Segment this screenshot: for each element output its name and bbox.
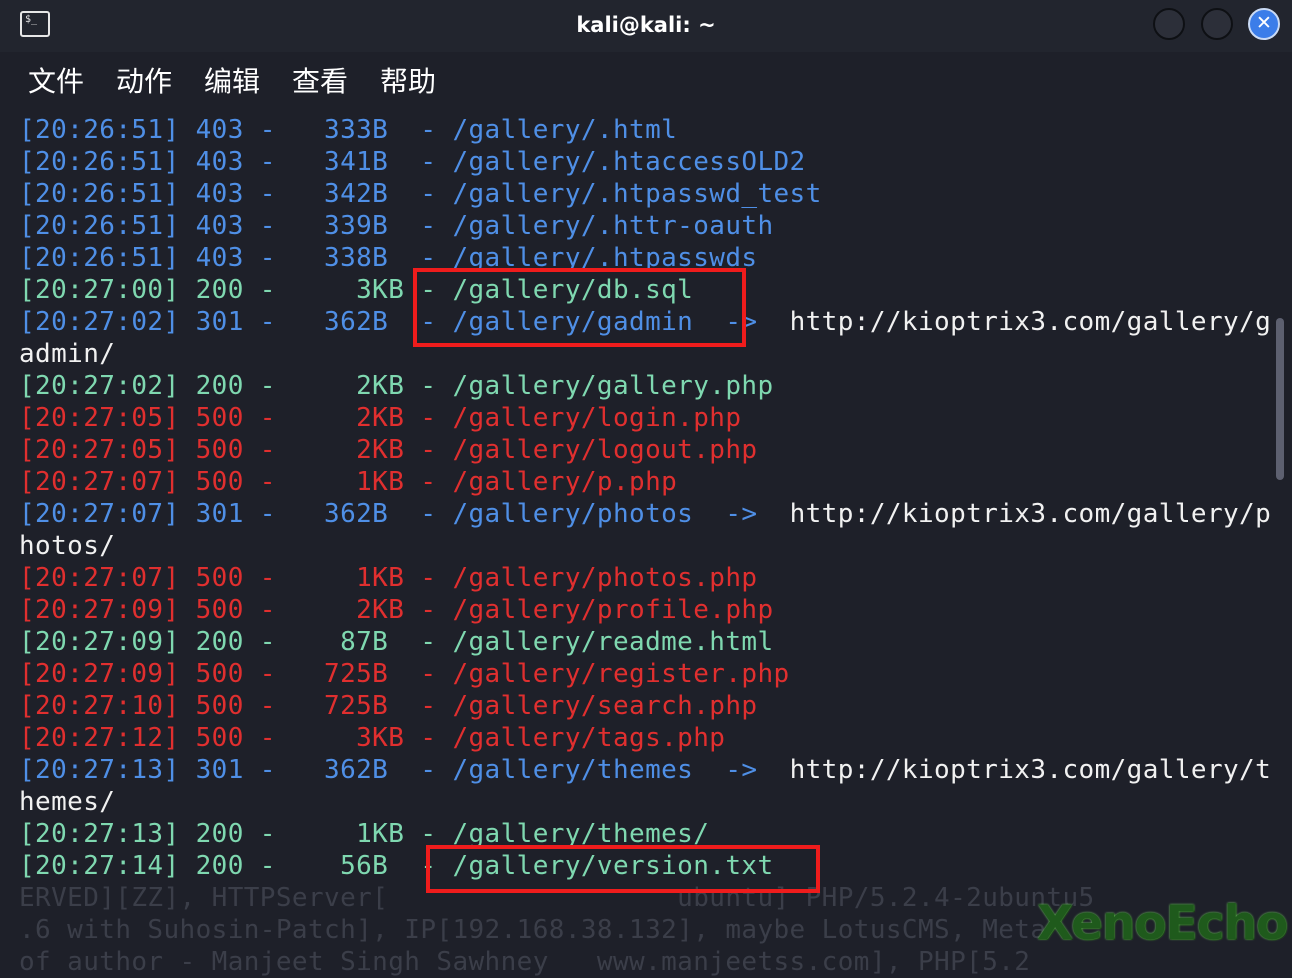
- terminal-line: [20:26:51] 403 - 339B - /gallery/.httr-o…: [19, 210, 774, 242]
- menu-bar: 文件 动作 编辑 查看 帮助: [0, 52, 1292, 108]
- terminal-line-text: [20:27:05] 500 - 2KB - /gallery/login.ph…: [19, 403, 742, 433]
- watermark-logo: XenoEcho: [1037, 896, 1288, 951]
- terminal-line-text: [20:26:51] 403 - 333B - /gallery/.html: [19, 115, 678, 145]
- terminal-line: [20:27:07] 500 - 1KB - /gallery/photos.p…: [19, 562, 757, 594]
- terminal-line: [20:27:07] 301 - 362B - /gallery/photos …: [19, 498, 1271, 530]
- terminal-line: [20:27:07] 500 - 1KB - /gallery/p.php: [19, 466, 677, 498]
- terminal-line: admin/: [19, 338, 115, 370]
- terminal-line-text: [20:27:07] 301 - 362B - /gallery/photos …: [19, 499, 790, 529]
- menu-help[interactable]: 帮助: [380, 60, 436, 100]
- redirect-url: http://kioptrix3.com/gallery/p: [789, 499, 1272, 529]
- redirect-url: http://kioptrix3.com/gallery/t: [789, 755, 1272, 785]
- terminal-line-text: hemes/: [19, 787, 116, 817]
- terminal-line: hotos/: [19, 530, 115, 562]
- window-title: kali@kali: ~: [576, 13, 716, 37]
- terminal-line-text: [20:27:02] 200 - 2KB - /gallery/gallery.…: [19, 371, 774, 401]
- close-button[interactable]: ✕: [1248, 8, 1280, 40]
- terminal-output[interactable]: [20:26:51] 403 - 333B - /gallery/.html [2…: [0, 114, 1292, 977]
- terminal-line: [20:27:09] 500 - 2KB - /gallery/profile.…: [19, 594, 774, 626]
- terminal-line: [20:27:10] 500 - 725B - /gallery/search.…: [19, 690, 757, 722]
- terminal-line-text: admin/: [19, 339, 116, 369]
- terminal-line-text: hotos/: [19, 531, 116, 561]
- menu-file[interactable]: 文件: [28, 60, 84, 100]
- terminal-line-text: .6 with Suhosin-Patch], IP[192.168.38.13…: [19, 915, 1047, 945]
- terminal-line: [20:27:13] 301 - 362B - /gallery/themes …: [19, 754, 1271, 786]
- terminal-line: [20:27:12] 500 - 3KB - /gallery/tags.php: [19, 722, 725, 754]
- terminal-line-text: [20:27:10] 500 - 725B - /gallery/search.…: [19, 691, 758, 721]
- terminal-line-text: [20:27:07] 500 - 1KB - /gallery/p.php: [19, 467, 678, 497]
- terminal-line-text: [20:27:09] 500 - 725B - /gallery/registe…: [19, 659, 790, 689]
- terminal-line: [20:26:51] 403 - 342B - /gallery/.htpass…: [19, 178, 822, 210]
- menu-action[interactable]: 动作: [116, 60, 172, 100]
- terminal-line-text: [20:27:12] 500 - 3KB - /gallery/tags.php: [19, 723, 726, 753]
- minimize-button[interactable]: [1153, 8, 1185, 40]
- terminal-line-text: [20:27:09] 500 - 2KB - /gallery/profile.…: [19, 595, 774, 625]
- terminal-line-text: [20:27:05] 500 - 2KB - /gallery/logout.p…: [19, 435, 758, 465]
- terminal-line-text: [20:27:07] 500 - 1KB - /gallery/photos.p…: [19, 563, 758, 593]
- terminal-line: [20:26:51] 403 - 333B - /gallery/.html: [19, 114, 677, 146]
- terminal-line: [20:27:02] 200 - 2KB - /gallery/gallery.…: [19, 370, 774, 402]
- maximize-button[interactable]: [1201, 8, 1233, 40]
- terminal-line: .6 with Suhosin-Patch], IP[192.168.38.13…: [19, 914, 1046, 946]
- terminal-line: [20:26:51] 403 - 341B - /gallery/.htacce…: [19, 146, 806, 178]
- terminal-line-text: [20:26:51] 403 - 339B - /gallery/.httr-o…: [19, 211, 774, 241]
- highlight-box-gadmin: [413, 268, 746, 347]
- highlight-box-version: [426, 845, 820, 893]
- terminal-line: [20:27:05] 500 - 2KB - /gallery/logout.p…: [19, 434, 757, 466]
- menu-view[interactable]: 查看: [292, 60, 348, 100]
- terminal-line-text: [20:26:51] 403 - 342B - /gallery/.htpass…: [19, 179, 822, 209]
- terminal-line-text: [20:26:51] 403 - 341B - /gallery/.htacce…: [19, 147, 806, 177]
- terminal-line: hemes/: [19, 786, 115, 818]
- menu-edit[interactable]: 编辑: [204, 60, 260, 100]
- terminal-line-text: [20:27:13] 301 - 362B - /gallery/themes …: [19, 755, 790, 785]
- terminal-line: [20:27:09] 500 - 725B - /gallery/registe…: [19, 658, 790, 690]
- scrollbar[interactable]: [1276, 318, 1284, 480]
- terminal-line-text: [20:27:09] 200 - 87B - /gallery/readme.h…: [19, 627, 774, 657]
- title-bar: $_ kali@kali: ~ ✕: [0, 0, 1292, 52]
- redirect-url: http://kioptrix3.com/gallery/g: [789, 307, 1272, 337]
- terminal-line: of author - Manjeet Singh Sawhney www.ma…: [19, 946, 1030, 978]
- terminal-line: [20:27:05] 500 - 2KB - /gallery/login.ph…: [19, 402, 741, 434]
- terminal-line-text: of author - Manjeet Singh Sawhney www.ma…: [19, 947, 1031, 977]
- terminal-line: [20:27:09] 200 - 87B - /gallery/readme.h…: [19, 626, 774, 658]
- close-icon: ✕: [1256, 12, 1272, 34]
